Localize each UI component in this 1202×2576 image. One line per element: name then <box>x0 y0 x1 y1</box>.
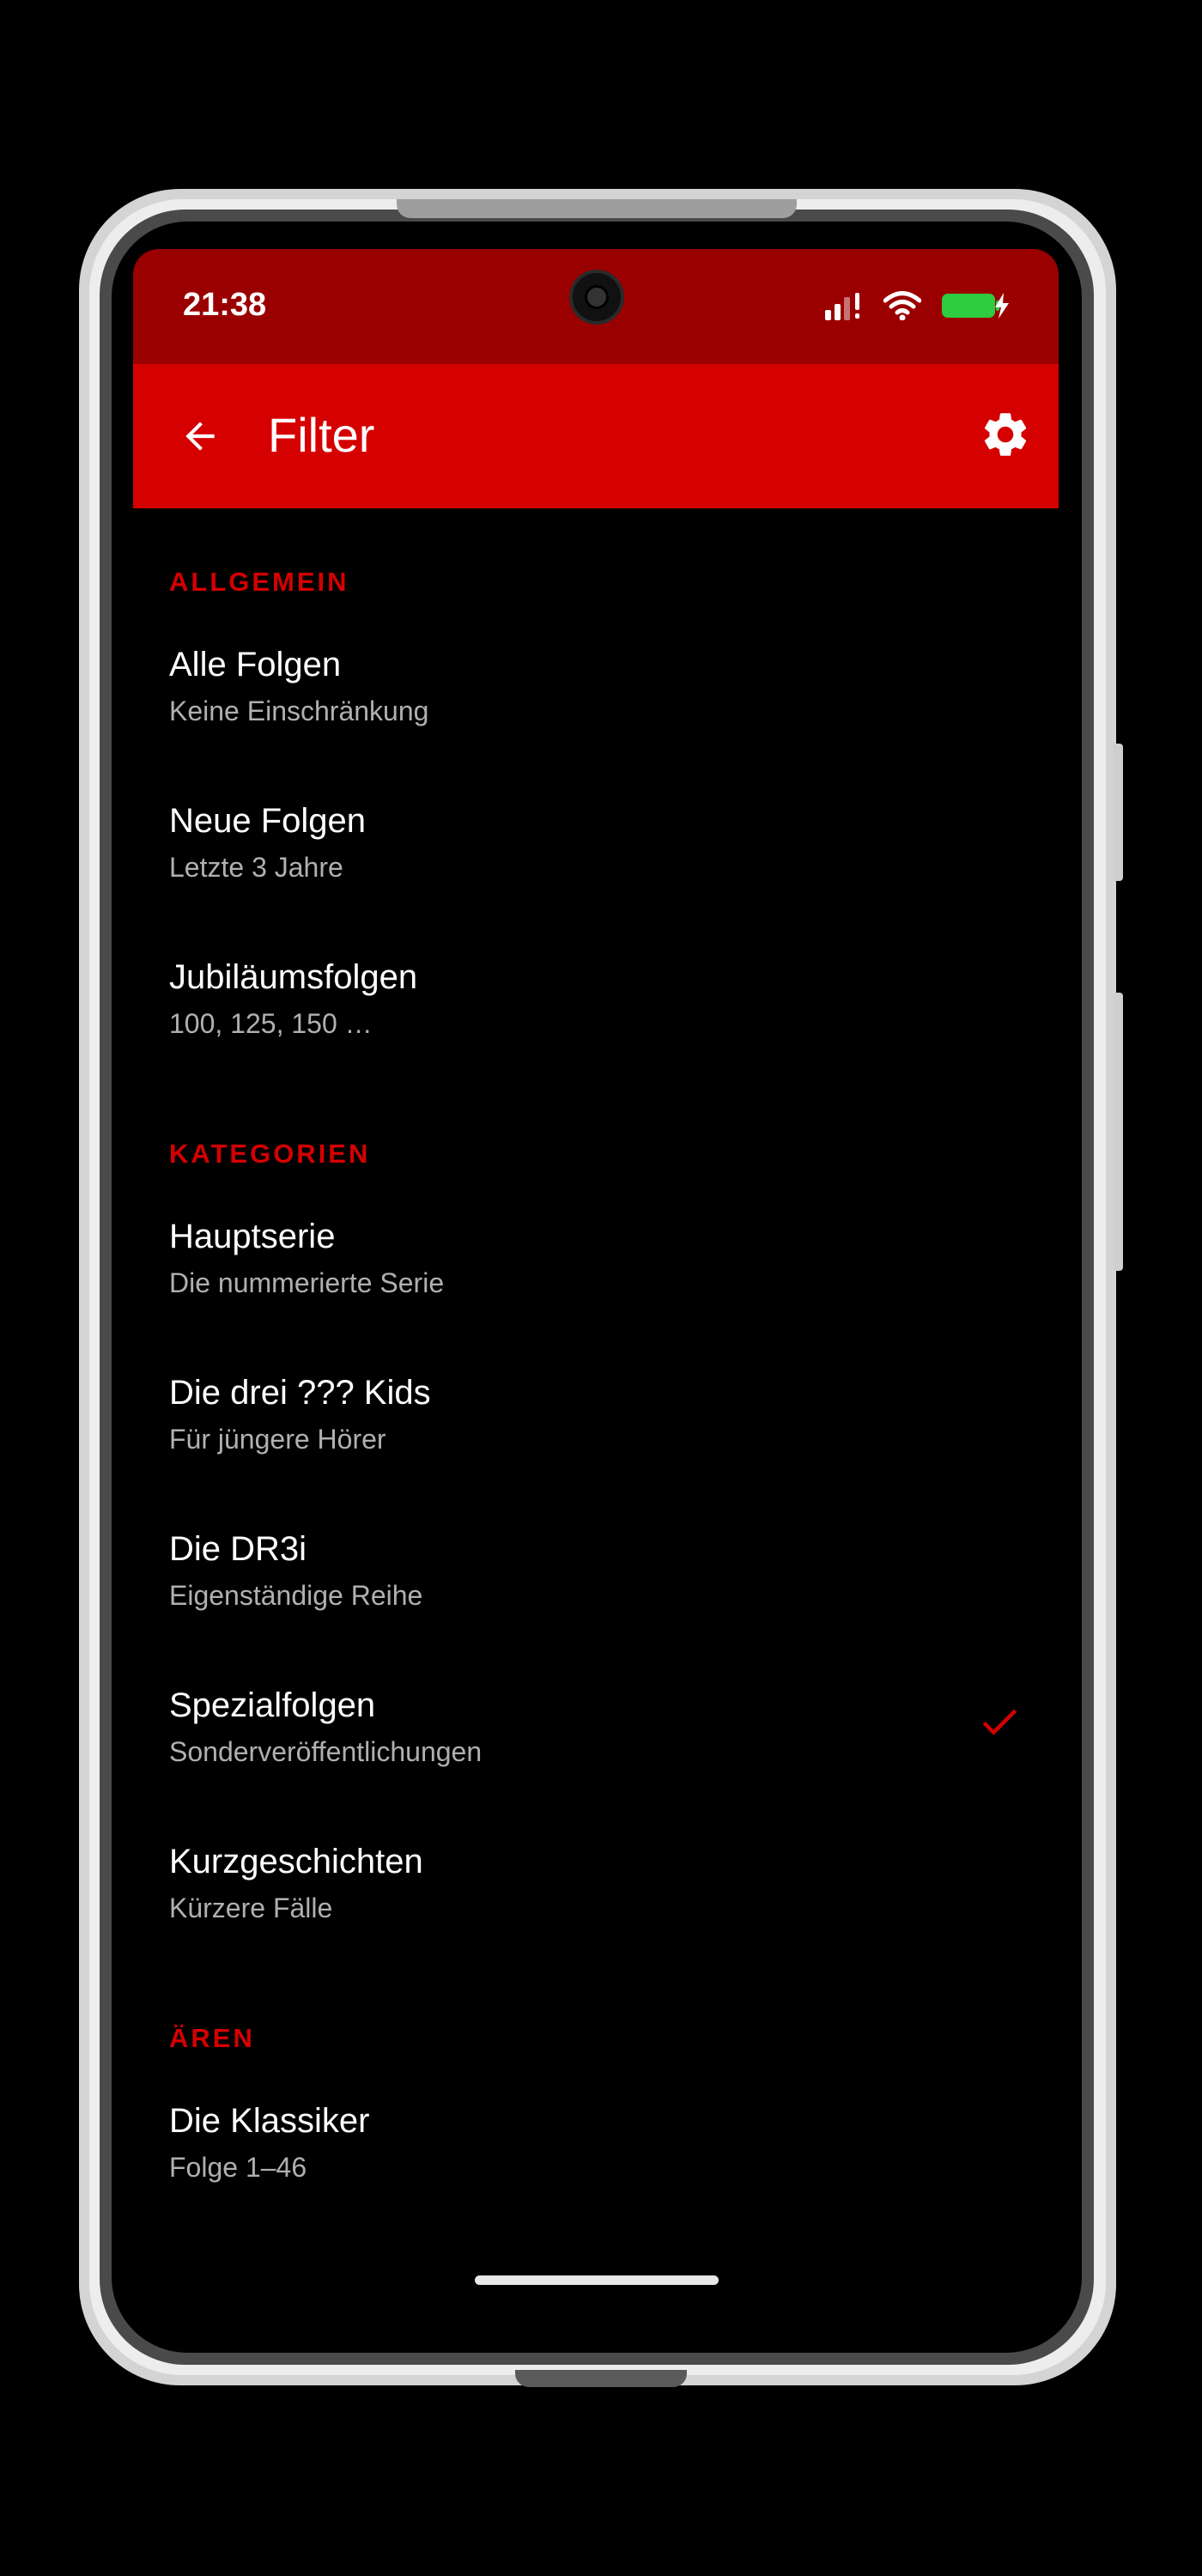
list-item-subtitle: Folge 1–46 <box>169 2152 307 2183</box>
list-item-alle-folgen[interactable]: Alle Folgen Keine Einschränkung <box>133 646 1059 792</box>
list-item-subtitle: 100, 125, 150 … <box>169 1008 373 1039</box>
status-icons <box>825 287 1011 325</box>
list-item-kurzgeschichten[interactable]: Kurzgeschichten Kürzere Fälle <box>133 1843 1059 1989</box>
list-item-title: Die Klassiker <box>169 2102 370 2140</box>
wifi-icon <box>883 291 921 320</box>
phone-speaker-slot <box>397 199 797 218</box>
list-item-title: Kurzgeschichten <box>169 1843 423 1880</box>
list-item-title: Alle Folgen <box>169 646 342 683</box>
app-bar: Filter <box>133 364 1059 508</box>
list-item-title: Die DR3i <box>169 1530 307 1568</box>
list-item-die-klassiker[interactable]: Die Klassiker Folge 1–46 <box>133 2102 1059 2248</box>
list-item-subtitle: Keine Einschränkung <box>169 696 429 726</box>
phone-bottom-slot <box>515 2370 687 2387</box>
section-header-allgemein: ALLGEMEIN <box>169 567 349 597</box>
list-item-subtitle: Eigenständige Reihe <box>169 1580 423 1611</box>
page-title: Filter <box>268 408 375 462</box>
list-item-kids[interactable]: Die drei ??? Kids Für jüngere Hörer <box>133 1374 1059 1520</box>
list-item-hauptserie[interactable]: Hauptserie Die nummerierte Serie <box>133 1218 1059 1364</box>
gear-icon <box>984 413 1027 456</box>
list-item-subtitle: Sonderveröffentlichungen <box>169 1736 483 1767</box>
back-button[interactable] <box>167 404 233 469</box>
front-camera <box>569 270 624 325</box>
list-item-title: Die drei ??? Kids <box>169 1374 431 1412</box>
signal-icon <box>825 293 859 320</box>
list-item-title: Jubiläumsfolgen <box>169 958 418 996</box>
check-icon <box>982 1709 1017 1735</box>
power-button <box>1113 993 1123 1271</box>
screen: 21:38 Filter ALLGEMEIN Alle Folgen Keine… <box>133 249 1059 2306</box>
volume-button <box>1113 744 1123 881</box>
list-item-dr3i[interactable]: Die DR3i Eigenständige Reihe <box>133 1530 1059 1676</box>
list-item-title: Spezialfolgen <box>169 1686 376 1724</box>
list-item-subtitle: Die nummerierte Serie <box>169 1267 445 1298</box>
battery-charging-icon <box>942 293 1009 319</box>
list-item-title: Neue Folgen <box>169 802 367 840</box>
settings-button[interactable] <box>973 402 1038 467</box>
list-item-title: Hauptserie <box>169 1218 336 1255</box>
status-bar: 21:38 <box>133 249 1059 364</box>
list-item-neue-folgen[interactable]: Neue Folgen Letzte 3 Jahre <box>133 802 1059 948</box>
arrow-back-icon <box>185 422 215 451</box>
list-item-subtitle: Für jüngere Hörer <box>169 1424 386 1455</box>
section-header-aeren: ÄREN <box>169 2023 255 2053</box>
home-indicator[interactable] <box>475 2275 719 2285</box>
status-time: 21:38 <box>183 287 267 323</box>
list-item-subtitle: Letzte 3 Jahre <box>169 852 343 883</box>
list-item-jubilaeumsfolgen[interactable]: Jubiläumsfolgen 100, 125, 150 … <box>133 958 1059 1104</box>
list-item-spezialfolgen[interactable]: Spezialfolgen Sonderveröffentlichungen <box>133 1686 1059 1832</box>
section-header-kategorien: KATEGORIEN <box>169 1139 371 1169</box>
list-item-subtitle: Kürzere Fälle <box>169 1893 333 1923</box>
